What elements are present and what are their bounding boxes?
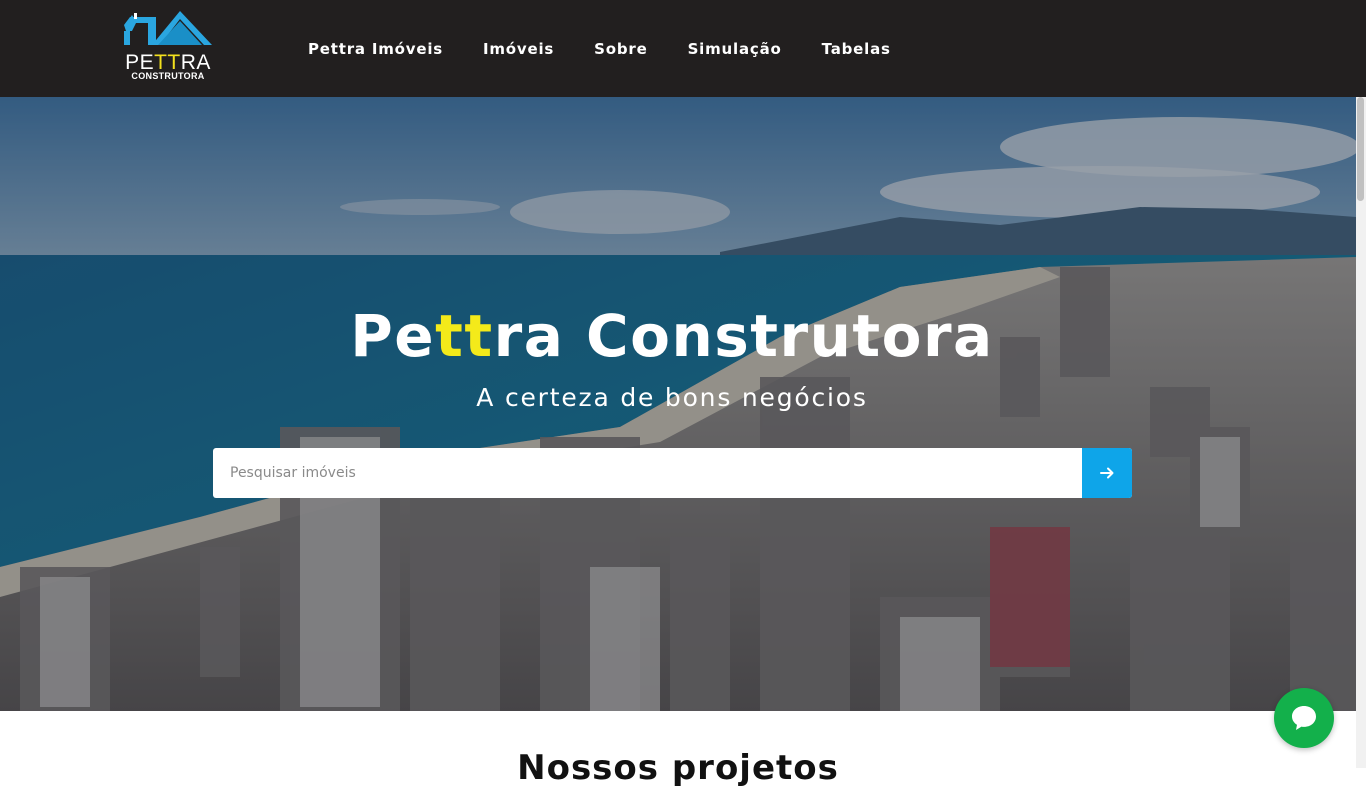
nav-link-pettra-imoveis[interactable]: Pettra Imóveis	[288, 40, 463, 58]
chat-bubble-icon	[1292, 706, 1316, 730]
nav-link-simulacao[interactable]: Simulação	[668, 40, 802, 58]
section-heading: Nossos projetos	[517, 748, 839, 788]
nav-link-tabelas[interactable]: Tabelas	[802, 40, 911, 58]
main-nav: Pettra Imóveis Imóveis Sobre Simulação T…	[288, 0, 911, 97]
search-submit-button[interactable]	[1082, 448, 1132, 498]
page-scrollbar-thumb[interactable]	[1357, 97, 1364, 201]
house-roof-icon	[124, 11, 212, 45]
logo-subtitle: CONSTRUTORA	[131, 71, 205, 81]
top-navbar: PETTRA CONSTRUTORA Pettra Imóveis Imóvei…	[0, 0, 1366, 97]
arrow-right-icon	[1100, 467, 1114, 479]
property-search-bar	[213, 448, 1132, 498]
chat-widget-button[interactable]	[1274, 688, 1334, 748]
property-search-input[interactable]	[213, 448, 1082, 498]
nav-link-sobre[interactable]: Sobre	[574, 40, 667, 58]
hero-title: Pettra Construtora	[350, 302, 994, 370]
hero-section: Pettra Construtora A certeza de bons neg…	[0, 97, 1356, 711]
brand-logo[interactable]: PETTRA CONSTRUTORA	[122, 9, 214, 83]
nav-link-imoveis[interactable]: Imóveis	[463, 40, 574, 58]
hero-subtitle: A certeza de bons negócios	[476, 383, 868, 412]
